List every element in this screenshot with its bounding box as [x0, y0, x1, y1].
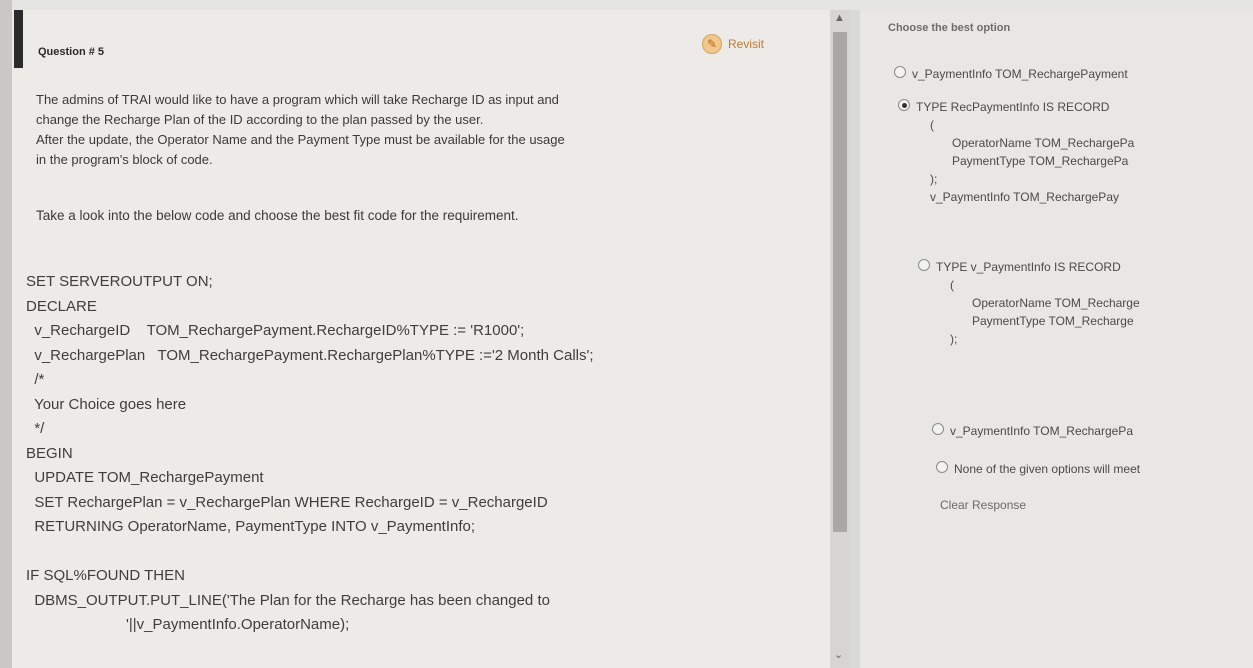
code-line: DECLARE — [26, 297, 97, 315]
option-2-text: ); — [930, 172, 938, 186]
option-1[interactable]: v_PaymentInfo TOM_RechargePayment — [894, 65, 1128, 83]
question-text-line: in the program's block of code. — [36, 152, 213, 167]
option-3[interactable]: TYPE v_PaymentInfo IS RECORD ( OperatorN… — [918, 258, 1140, 348]
code-block: SET SERVEROUTPUT ON; DECLARE v_RechargeI… — [26, 270, 830, 638]
option-2[interactable]: TYPE RecPaymentInfo IS RECORD ( Operator… — [898, 98, 1134, 206]
code-line: '||v_PaymentInfo.OperatorName); — [26, 616, 350, 633]
option-3-text: OperatorName TOM_Recharge — [972, 296, 1140, 310]
option-2-text: ( — [930, 118, 934, 132]
window-left-edge — [0, 0, 12, 668]
code-line: IF SQL%FOUND THEN — [26, 567, 185, 584]
question-text-line: After the update, the Operator Name and … — [36, 132, 565, 147]
question-text-line: The admins of TRAI would like to have a … — [36, 92, 559, 107]
option-2-radio[interactable] — [898, 99, 910, 111]
option-2-text: PaymentType TOM_RechargePa — [952, 154, 1129, 168]
clear-response-link[interactable]: Clear Response — [940, 498, 1026, 512]
option-3-radio[interactable] — [918, 259, 930, 271]
option-3-text: PaymentType TOM_Recharge — [972, 314, 1134, 328]
option-4[interactable]: v_PaymentInfo TOM_RechargePa — [932, 422, 1133, 440]
pencil-circle-icon: ✎ — [702, 34, 722, 54]
code-line: */ — [26, 420, 45, 437]
question-hint: Take a look into the below code and choo… — [36, 208, 519, 223]
option-5[interactable]: None of the given options will meet — [936, 460, 1140, 478]
code-line: DBMS_OUTPUT.PUT_LINE('The Plan for the R… — [26, 591, 550, 609]
option-3-text: TYPE v_PaymentInfo IS RECORD — [936, 260, 1121, 274]
top-strip — [0, 0, 1253, 10]
option-3-text: ( — [950, 278, 954, 292]
code-line: SET RechargePlan = v_RechargePlan WHERE … — [26, 493, 548, 511]
code-line: Your Choice goes here — [26, 395, 187, 413]
chevron-up-icon[interactable]: ▲ — [834, 12, 845, 24]
revisit-button[interactable]: ✎ Revisit — [702, 34, 764, 54]
option-5-text: None of the given options will meet — [954, 462, 1141, 476]
option-2-text: OperatorName TOM_RechargePa — [952, 136, 1135, 150]
option-2-text: v_PaymentInfo TOM_RechargePay — [930, 190, 1119, 204]
option-5-radio[interactable] — [936, 461, 948, 473]
question-number: Question # 5 — [38, 46, 105, 58]
revisit-label: Revisit — [728, 37, 765, 51]
chevron-down-icon[interactable]: ⌄ — [834, 648, 843, 661]
option-1-radio[interactable] — [894, 66, 906, 78]
option-3-text: ); — [950, 332, 958, 346]
question-scrollbar[interactable]: ▲ ⌄ — [830, 10, 850, 668]
code-line: v_RechargePlan TOM_RechargePayment.Recha… — [26, 346, 594, 364]
code-line: BEGIN — [26, 444, 73, 462]
option-4-radio[interactable] — [932, 423, 944, 435]
question-text-line: change the Recharge Plan of the ID accor… — [36, 112, 484, 127]
code-line: UPDATE TOM_RechargePayment — [26, 469, 264, 486]
options-panel: Choose the best option v_PaymentInfo TOM… — [860, 10, 1253, 668]
option-2-text: TYPE RecPaymentInfo IS RECORD — [916, 100, 1110, 114]
options-header: Choose the best option — [888, 22, 1011, 34]
question-panel: Question # 5 ✎ Revisit The admins of TRA… — [12, 10, 830, 668]
option-4-text: v_PaymentInfo TOM_RechargePa — [950, 424, 1133, 438]
scrollbar-thumb[interactable] — [833, 32, 847, 532]
code-line: /* — [26, 371, 45, 388]
code-line: RETURNING OperatorName, PaymentType INTO… — [26, 518, 476, 535]
code-line: SET SERVEROUTPUT ON; — [26, 273, 213, 290]
option-1-text: v_PaymentInfo TOM_RechargePayment — [912, 67, 1128, 81]
question-marker-bar — [14, 10, 23, 68]
question-text: The admins of TRAI would like to have a … — [36, 90, 826, 170]
code-line: v_RechargeID TOM_RechargePayment.Recharg… — [26, 322, 525, 339]
